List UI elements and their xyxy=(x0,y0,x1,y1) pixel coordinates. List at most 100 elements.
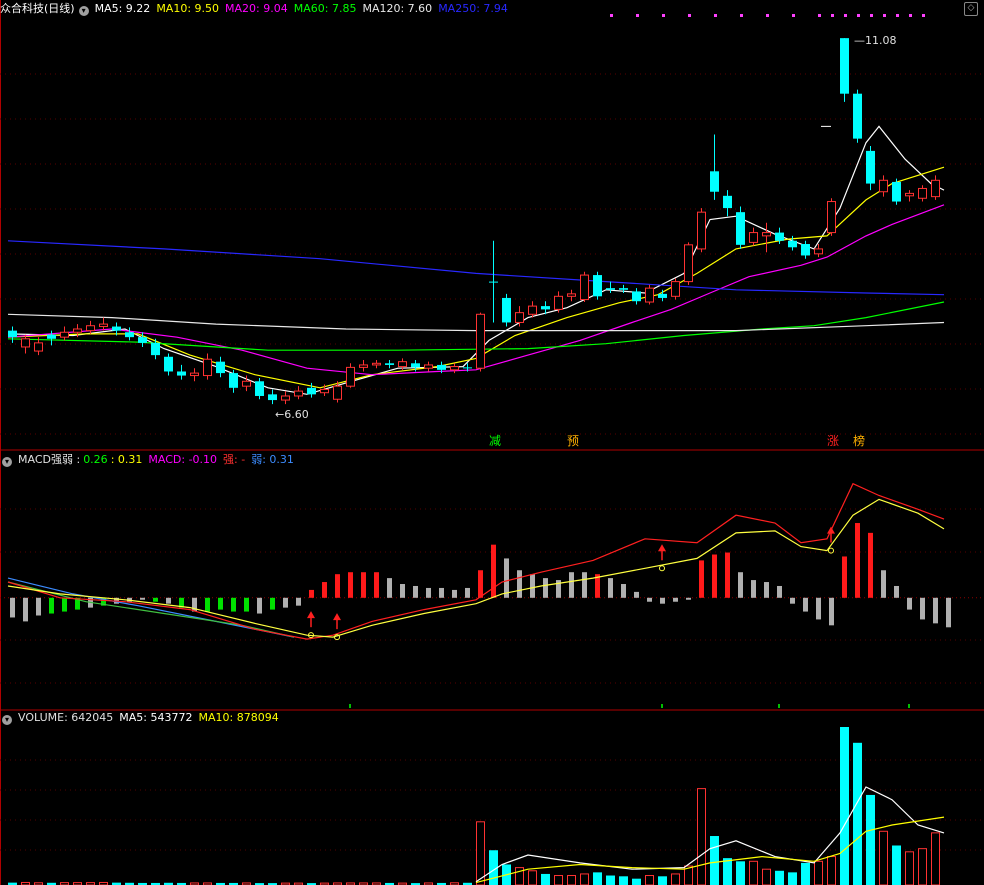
candle xyxy=(281,391,290,405)
macd-histogram-bar xyxy=(907,597,912,610)
macd-histogram-bar xyxy=(283,597,288,608)
macd-histogram-bar xyxy=(842,556,847,598)
candle-body xyxy=(905,192,914,197)
signal-tick xyxy=(661,704,663,708)
candle-body xyxy=(450,366,459,371)
dropdown-icon[interactable]: ▾ xyxy=(2,715,12,725)
candle xyxy=(593,271,602,300)
candle-body xyxy=(333,385,342,400)
macd-histogram-bar xyxy=(868,532,873,598)
macd-histogram-bar xyxy=(855,523,860,598)
candle xyxy=(268,389,277,405)
candle xyxy=(164,353,173,376)
stock-chart-canvas[interactable]: —11.08 ←6.60 减 预 涨榜 xyxy=(0,0,984,885)
candle-body xyxy=(723,195,732,209)
candle xyxy=(21,334,30,354)
candle-body xyxy=(177,371,186,376)
signal-dot xyxy=(766,14,769,17)
macd-histogram-bar xyxy=(829,597,834,626)
volume-bar xyxy=(853,742,862,885)
candle-body xyxy=(281,395,290,401)
stock-title[interactable]: 众合科技(日线) xyxy=(0,2,75,15)
volume-bar xyxy=(827,856,836,885)
candle-body xyxy=(619,288,628,290)
candle-body xyxy=(580,274,589,301)
candle-body xyxy=(385,363,394,365)
volume-label: VOLUME: 642045 xyxy=(18,711,114,724)
candle-body xyxy=(671,281,680,297)
candle-body xyxy=(567,293,576,297)
volume-bar xyxy=(541,873,550,885)
volume-bar xyxy=(580,873,589,885)
macd-histogram-bar xyxy=(309,589,314,598)
macd-histogram-bar xyxy=(725,552,730,598)
candle xyxy=(216,356,225,378)
candle-body xyxy=(242,380,251,387)
macd-histogram-bar xyxy=(920,597,925,620)
volume-bar xyxy=(801,862,810,885)
candle-body xyxy=(632,291,641,302)
macd-indicator-name[interactable]: MACD强弱 : xyxy=(18,453,80,466)
buy-arrow-icon xyxy=(658,544,666,552)
candle-body xyxy=(8,330,17,338)
candle-body xyxy=(645,287,654,303)
signal-dot xyxy=(688,14,691,17)
macd-histogram-bar xyxy=(478,570,483,598)
macd-histogram-bar xyxy=(296,597,301,606)
macd-histogram-bar xyxy=(426,587,431,598)
macd-histogram-bar xyxy=(517,570,522,598)
volume-bar xyxy=(866,794,875,885)
volume-bar xyxy=(593,872,602,885)
macd-histogram-bar xyxy=(322,582,327,598)
ma10-label: MA10: 9.50 xyxy=(156,2,220,15)
macd-histogram-bar xyxy=(387,578,392,598)
event-tag: 榜 xyxy=(853,433,865,448)
candle xyxy=(502,293,511,327)
candle xyxy=(567,289,576,302)
candle-body xyxy=(879,179,888,193)
signal-tick xyxy=(908,704,910,708)
volume-bar xyxy=(619,876,628,885)
candle xyxy=(450,363,459,374)
buy-arrow-icon xyxy=(333,613,341,621)
candle xyxy=(554,291,563,313)
volume-bar xyxy=(671,873,680,885)
dropdown-icon[interactable]: ▾ xyxy=(78,6,89,16)
candle xyxy=(385,360,394,369)
candle xyxy=(86,320,95,334)
candle-body xyxy=(216,361,225,374)
candle xyxy=(736,206,745,249)
candle-body xyxy=(203,358,212,377)
candle xyxy=(424,361,433,372)
macd-histogram-bar xyxy=(621,584,626,598)
main-legend: 众合科技(日线) ▾ MA5: 9.22 MA10: 9.50 MA20: 9.04 MA… xyxy=(0,0,514,16)
macd-histogram-bar xyxy=(933,597,938,624)
candle xyxy=(255,378,264,400)
candle-body xyxy=(229,373,238,388)
candle-body xyxy=(86,325,95,332)
expand-icon[interactable]: ◇ xyxy=(964,2,978,16)
macd-histogram-bar xyxy=(673,597,678,602)
candle-body xyxy=(73,328,82,333)
buy-arrow-icon xyxy=(827,526,835,534)
signal-dot xyxy=(792,14,795,17)
macd-histogram-bar xyxy=(335,574,340,598)
macd-histogram-bar xyxy=(491,544,496,598)
candle-body xyxy=(411,363,420,368)
macd-histogram-bar xyxy=(647,597,652,602)
ma60-label: MA60: 7.85 xyxy=(293,2,357,15)
candle-body xyxy=(554,295,563,310)
candle-body xyxy=(60,331,69,338)
macd-histogram-bar xyxy=(699,560,704,598)
candle xyxy=(645,284,654,305)
candle xyxy=(47,330,56,346)
macd-histogram-bar xyxy=(49,597,54,614)
candle-body xyxy=(788,240,797,248)
candle xyxy=(515,306,524,327)
candle-body xyxy=(528,305,537,315)
candle xyxy=(60,326,69,341)
ma250-label: MA250: 7.94 xyxy=(438,2,508,15)
dropdown-icon[interactable]: ▾ xyxy=(2,457,12,467)
macd-histogram-bar xyxy=(153,597,158,602)
candle xyxy=(918,185,927,202)
